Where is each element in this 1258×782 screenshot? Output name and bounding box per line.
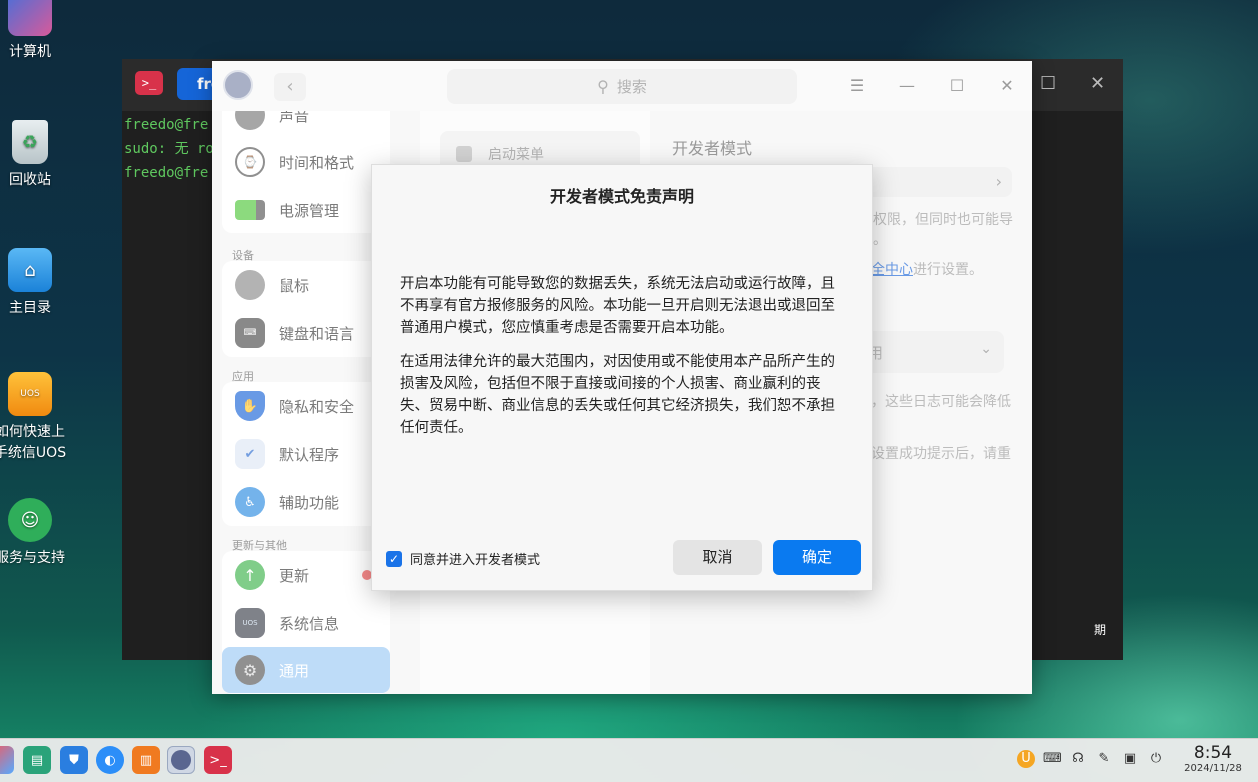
maximize-icon[interactable]: ☐ (1040, 73, 1056, 94)
pen-tray-icon[interactable]: ✎ (1095, 750, 1113, 768)
desktop-icon-support[interactable]: ☺ 服务与支持 (0, 498, 75, 569)
network-tray-icon[interactable]: ▣ (1121, 750, 1139, 768)
desktop-icon-label: 回收站 (9, 172, 51, 188)
support-icon: ☺ (8, 498, 52, 542)
launcher-icon[interactable] (0, 746, 14, 774)
desktop-icon-label-line1: 如何快速上 (0, 424, 65, 440)
uos-tray-icon[interactable]: U (1017, 750, 1035, 768)
browser-icon[interactable]: ◐ (96, 746, 124, 774)
taskbar: ▤ ⛊ ◐ ▥ >_ U ⌨ ☊ ✎ ▣ ⏻ 8:54 2024/11/28 (0, 738, 1258, 782)
desktop-icon-label: 计算机 (9, 44, 51, 60)
desktop-icon-label: 服务与支持 (0, 550, 65, 566)
control-center-icon[interactable] (167, 746, 195, 774)
clock[interactable]: 8:54 2024/11/28 (1180, 743, 1246, 775)
confirm-button[interactable]: 确定 (773, 540, 861, 575)
app-store-icon[interactable]: ⛊ (60, 746, 88, 774)
power-icon[interactable]: ⏻ (1147, 750, 1165, 768)
desktop: 计算机 ♻ 回收站 ⌂ 主目录 UOS 如何快速上 手统信UOS ☺ 服务与支持… (0, 0, 1258, 782)
cancel-button[interactable]: 取消 (673, 540, 762, 575)
home-folder-icon: ⌂ (8, 248, 52, 292)
file-manager-icon[interactable]: ▤ (23, 746, 51, 774)
agree-checkbox-label[interactable]: 同意并进入开发者模式 (410, 549, 540, 568)
keyboard-tray-icon[interactable]: ⌨ (1043, 750, 1062, 768)
dialog-title: 开发者模式免责声明 (549, 187, 694, 206)
desktop-icon-uos-guide[interactable]: UOS 如何快速上 手统信UOS (0, 372, 75, 464)
uos-guide-icon: UOS (8, 372, 52, 416)
disclaimer-dialog: 开发者模式免责声明 开启本功能有可能导致您的数据丢失，系统无法启动或运行故障，且… (371, 164, 873, 591)
sound-tray-icon[interactable]: ☊ (1069, 750, 1087, 768)
dialog-body: 开启本功能有可能导致您的数据丢失，系统无法启动或运行故障，且不再享有官方报修服务… (400, 273, 844, 451)
dialog-paragraph: 在适用法律允许的最大范围内，对因使用或不能使用本产品所产生的损害及风险，包括但不… (400, 354, 835, 436)
desktop-icon-home[interactable]: ⌂ 主目录 (0, 248, 75, 319)
clock-date: 2024/11/28 (1184, 763, 1242, 774)
agree-checkbox[interactable]: ✓ (386, 550, 402, 567)
terminal-icon[interactable]: >_ (204, 746, 232, 774)
terminal-trailing-text: 期 (1093, 623, 1106, 637)
computer-icon (8, 0, 52, 36)
desktop-icon-label: 主目录 (9, 300, 51, 316)
clock-time: 8:54 (1193, 743, 1233, 763)
desktop-icon-trash[interactable]: ♻ 回收站 (0, 120, 75, 191)
package-icon[interactable]: ▥ (132, 746, 160, 774)
trash-icon: ♻ (12, 120, 48, 164)
desktop-icon-label-line2: 手统信UOS (0, 445, 67, 461)
terminal-app-icon: >_ (135, 71, 163, 95)
dialog-paragraph: 开启本功能有可能导致您的数据丢失，系统无法启动或运行故障，且不再享有官方报修服务… (400, 276, 835, 336)
agree-checkbox-row[interactable]: ✓ 同意并进入开发者模式 (386, 549, 540, 568)
desktop-icon-computer[interactable]: 计算机 (0, 0, 75, 63)
close-icon[interactable]: ✕ (1090, 73, 1105, 94)
